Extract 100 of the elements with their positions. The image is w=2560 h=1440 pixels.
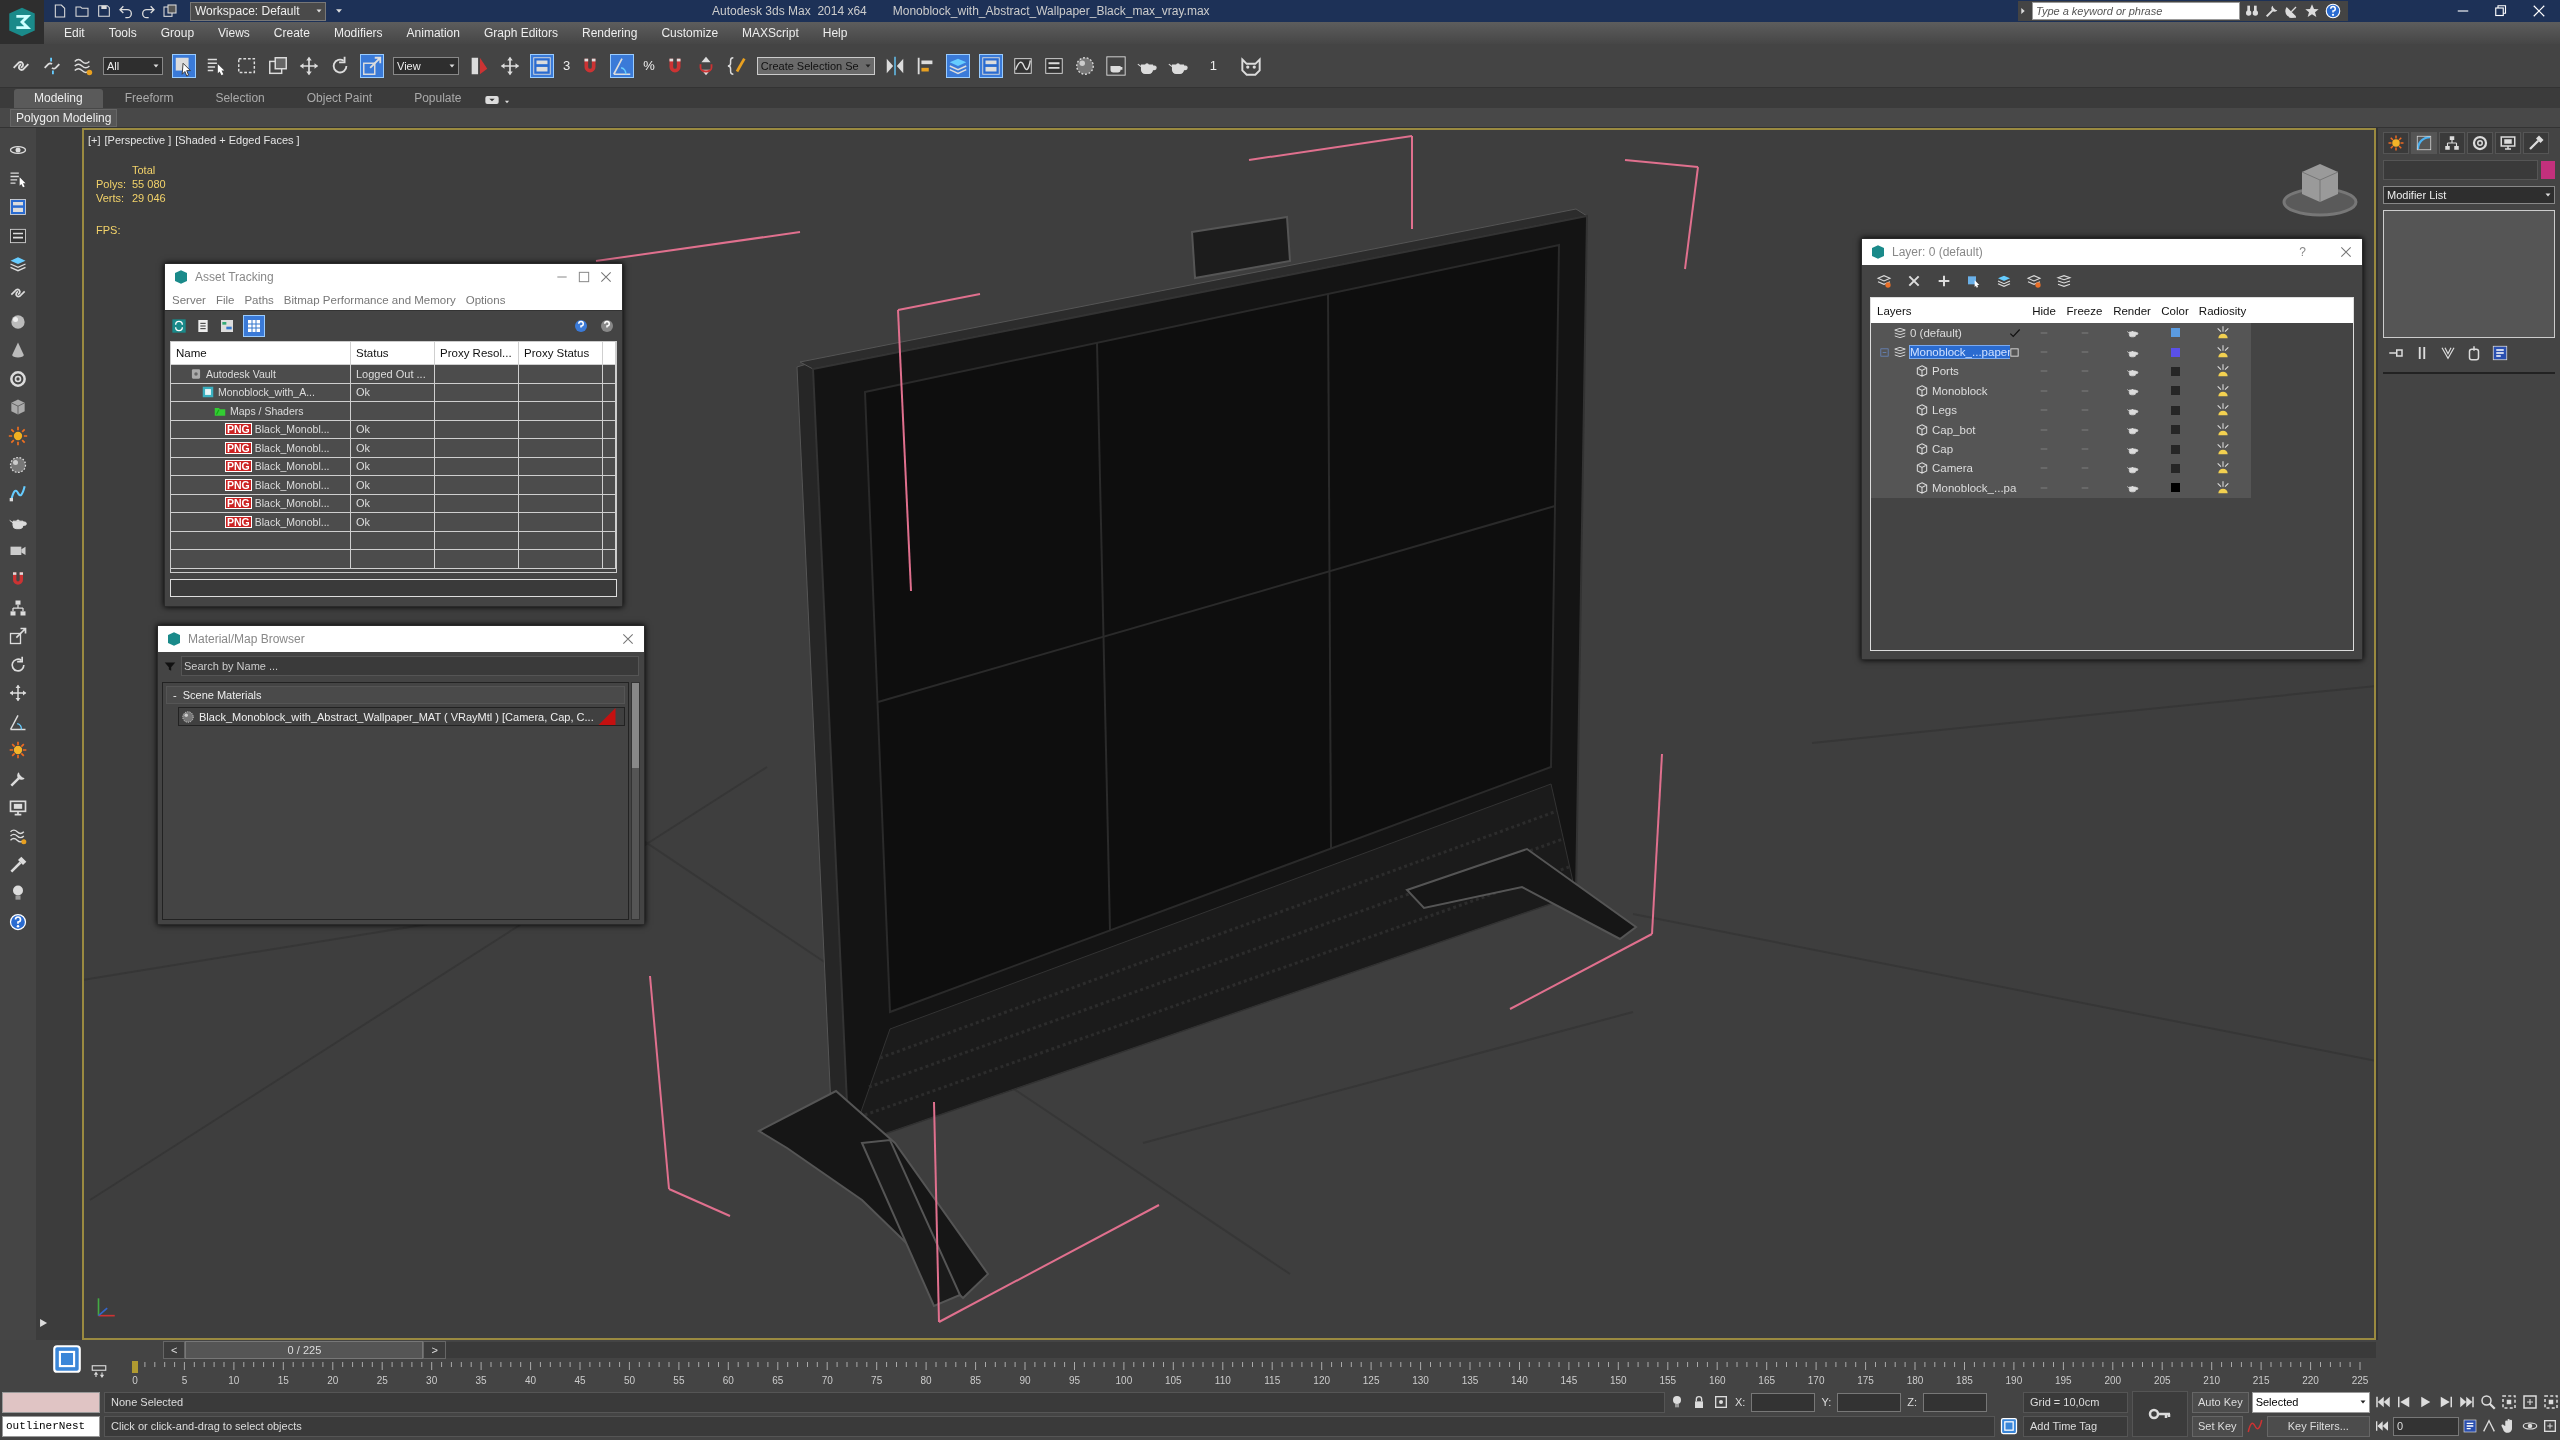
selection-filter-dropdown[interactable]: All <box>103 56 163 75</box>
previous-frame-button[interactable]: < <box>163 1341 186 1359</box>
coordinate-field[interactable] <box>1837 1392 1902 1412</box>
new-file-icon[interactable] <box>52 3 68 19</box>
ribbon-tab[interactable]: Populate <box>394 89 482 108</box>
column-header[interactable]: Hide <box>2032 304 2056 317</box>
menu-item[interactable]: Animation <box>406 26 460 40</box>
layer-name[interactable]: Monoblock_...paper <box>1910 346 2010 359</box>
key-mode-dropdown[interactable]: Selected <box>2251 1391 2370 1413</box>
object-name[interactable]: Ports <box>1932 365 1959 378</box>
selection-icon[interactable] <box>1713 1394 1729 1410</box>
panel-icon[interactable] <box>8 197 28 218</box>
listener-input[interactable]: outlinerNest <box>2 1415 100 1437</box>
help-icon[interactable] <box>572 317 590 335</box>
color-swatch[interactable] <box>2170 425 2180 435</box>
search-field[interactable]: Type a keyword or phrase <box>2032 2 2240 20</box>
asset-name[interactable]: Black_Monobl... <box>254 441 330 454</box>
reference-coordinate-dropdown[interactable]: View <box>393 56 459 75</box>
help-button[interactable]: ? <box>2299 245 2306 259</box>
menu-item[interactable]: Options <box>465 294 506 306</box>
object-name[interactable]: Monoblock <box>1932 384 1988 397</box>
asset-name[interactable]: Black_Monobl... <box>254 460 330 473</box>
color-swatch[interactable] <box>2541 161 2555 179</box>
time-tag-icon[interactable] <box>1999 1416 2019 1436</box>
delete-icon[interactable] <box>1906 273 1922 289</box>
scrollbar[interactable] <box>631 682 640 920</box>
undo-icon[interactable] <box>118 3 134 19</box>
zoom-extents-icon[interactable] <box>2542 1393 2560 1411</box>
menu-item[interactable]: Modifiers <box>333 26 383 40</box>
asset-name[interactable]: Maps / Shaders <box>230 404 304 417</box>
set-key-button[interactable] <box>2132 1391 2188 1437</box>
grid-icon[interactable] <box>246 318 262 334</box>
menu-item[interactable]: Edit <box>64 26 85 40</box>
color-swatch[interactable] <box>2170 405 2180 415</box>
menu-item[interactable]: Group <box>160 26 195 40</box>
column-header[interactable]: Radiosity <box>2198 304 2247 317</box>
column-header[interactable]: Status <box>351 342 435 364</box>
menu-item[interactable]: Rendering <box>582 26 638 40</box>
scale-icon[interactable] <box>361 54 383 77</box>
help-icon[interactable] <box>598 317 616 335</box>
color-swatch[interactable] <box>2170 366 2180 376</box>
menu-item[interactable]: Graph Editors <box>483 26 558 40</box>
asset-name[interactable]: Monoblock_with_A... <box>218 386 315 399</box>
color-swatch[interactable] <box>2170 463 2180 473</box>
window-icon[interactable] <box>267 54 289 77</box>
asset-name[interactable]: Autodesk Vault <box>206 367 276 380</box>
key-filters-button[interactable]: Key Filters... <box>2266 1415 2370 1437</box>
brace-pencil-icon[interactable] <box>725 54 748 77</box>
maximize-icon[interactable] <box>2521 1393 2539 1411</box>
refresh-icon[interactable] <box>171 318 187 334</box>
column-header[interactable]: Name <box>171 342 351 364</box>
auto-key-button[interactable]: Auto Key <box>2192 1391 2249 1413</box>
scale-icon[interactable] <box>8 626 28 647</box>
create-icon[interactable] <box>2387 134 2405 152</box>
next-frame-button[interactable]: > <box>423 1341 446 1359</box>
key-icon[interactable] <box>90 1362 108 1380</box>
sun-icon[interactable] <box>8 425 28 446</box>
object-name[interactable]: Monoblock_...pa <box>1932 481 2017 494</box>
select-object-icon[interactable] <box>1966 273 1982 289</box>
coordinate-field[interactable] <box>1923 1392 1987 1412</box>
radiosity-icon[interactable] <box>2214 421 2231 438</box>
path-field[interactable] <box>170 579 617 597</box>
timeline-ruler[interactable]: 0 5 10 15 20 25 30 35 40 45 50 55 60 65 70 75 80 85 90 95 100 105 110 115 120 125 130 135 140 145 150 155 160 165 170 175 180 185 190 195 200 205 210 215 220 225 <box>130 1360 2376 1390</box>
configure-icon[interactable] <box>2491 344 2509 362</box>
search-field[interactable]: Search by Name ... <box>181 656 639 676</box>
hammer-icon[interactable] <box>8 854 28 875</box>
star-icon[interactable] <box>2304 3 2320 19</box>
ribbon-tab[interactable]: Modeling <box>14 89 103 108</box>
modify-icon[interactable] <box>2415 134 2433 152</box>
material-item[interactable]: Black_Monoblock_with_Abstract_Wallpaper_MAT ( VRayMtl ) [Camera, Cap, C... <box>178 707 625 726</box>
move-icon[interactable] <box>8 683 28 704</box>
project-folder-icon[interactable] <box>162 3 178 19</box>
color-swatch[interactable] <box>2170 444 2180 454</box>
panel-icon[interactable] <box>979 54 1002 77</box>
folder-icon[interactable] <box>74 3 90 19</box>
color-swatch[interactable] <box>2170 347 2180 357</box>
object-name[interactable]: Legs <box>1932 404 1957 417</box>
column-header[interactable]: Proxy Resol... <box>435 342 519 364</box>
group-header[interactable]: - Scene Materials <box>166 686 625 704</box>
save-icon[interactable] <box>96 3 112 19</box>
teapot-icon[interactable] <box>1104 54 1127 77</box>
move-icon[interactable] <box>499 54 521 77</box>
asset-name[interactable]: Black_Monobl... <box>254 515 330 528</box>
modifier-list-dropdown[interactable]: Modifier List <box>2383 186 2555 204</box>
square-icon[interactable] <box>2009 346 2020 358</box>
panel-icon[interactable] <box>531 54 553 77</box>
ribbon-tab[interactable]: Freeform <box>104 89 194 108</box>
cube-icon[interactable] <box>8 397 28 418</box>
zoom-extents-icon[interactable] <box>2500 1393 2518 1411</box>
radiosity-icon[interactable] <box>2214 382 2231 399</box>
named-selection-dropdown[interactable]: Create Selection Se <box>756 56 875 75</box>
tree-view-icon[interactable] <box>219 318 235 334</box>
column-header[interactable]: Proxy Status <box>519 342 603 364</box>
layers-icon[interactable] <box>2056 273 2072 289</box>
color-swatch[interactable] <box>2170 328 2180 338</box>
curve-icon[interactable] <box>8 483 28 504</box>
funnel-icon[interactable] <box>2439 344 2457 362</box>
set-key-mode-button[interactable]: Set Key <box>2192 1415 2243 1437</box>
viewport-label[interactable]: [+] <box>88 134 101 146</box>
motion-icon[interactable] <box>2471 134 2489 152</box>
